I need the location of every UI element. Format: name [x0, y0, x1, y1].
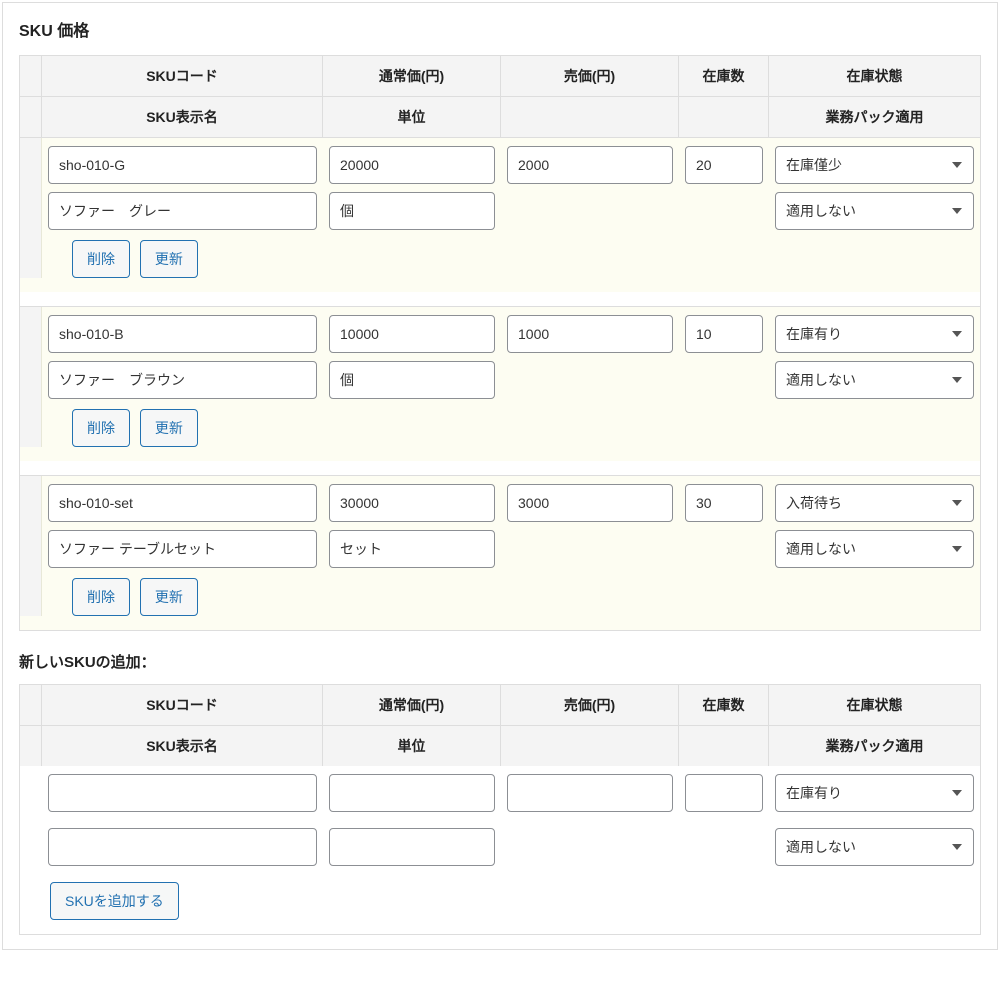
stock-qty-input[interactable]: [685, 146, 763, 184]
stock-qty-input[interactable]: [685, 484, 763, 522]
sku-price-panel: SKU 価格 SKUコード 通常価(円) 売価(円) 在庫数 在庫状態 SKU表…: [2, 2, 998, 950]
update-button[interactable]: 更新: [140, 409, 198, 447]
business-pack-select[interactable]: 適用しない: [775, 361, 974, 399]
sku-row: 入荷待ち 適用しない 削除 更新: [20, 475, 980, 630]
sku-name-input[interactable]: [48, 192, 317, 230]
sku-code-input[interactable]: [48, 146, 317, 184]
sku-code-input[interactable]: [48, 484, 317, 522]
sku-name-input[interactable]: [48, 530, 317, 568]
header-sale-price: 売価(円): [501, 56, 679, 96]
header-stock-status: 在庫状態: [769, 56, 980, 96]
table-header: SKUコード 通常価(円) 売価(円) 在庫数 在庫状態 SKU表示名 単位 業…: [20, 56, 980, 137]
stock-status-select[interactable]: 在庫有り: [775, 315, 974, 353]
header-stock-qty: 在庫数: [679, 685, 769, 725]
new-sale-price-input[interactable]: [507, 774, 673, 812]
update-button[interactable]: 更新: [140, 240, 198, 278]
sku-name-input[interactable]: [48, 361, 317, 399]
unit-input[interactable]: [329, 192, 495, 230]
stock-qty-input[interactable]: [685, 315, 763, 353]
header-stock-qty: 在庫数: [679, 56, 769, 96]
stock-status-select[interactable]: 入荷待ち: [775, 484, 974, 522]
drag-handle[interactable]: [20, 476, 42, 522]
sku-row: 在庫有り 適用しない 削除 更新: [20, 306, 980, 461]
delete-button[interactable]: 削除: [72, 578, 130, 616]
new-sku-table: SKUコード 通常価(円) 売価(円) 在庫数 在庫状態 SKU表示名 単位 業…: [19, 684, 981, 935]
new-sku-name-input[interactable]: [48, 828, 317, 866]
sku-table: SKUコード 通常価(円) 売価(円) 在庫数 在庫状態 SKU表示名 単位 業…: [19, 55, 981, 631]
add-sku-button[interactable]: SKUを追加する: [50, 882, 179, 920]
new-sku-code-input[interactable]: [48, 774, 317, 812]
new-table-header: SKUコード 通常価(円) 売価(円) 在庫数 在庫状態 SKU表示名 単位 業…: [20, 685, 980, 766]
normal-price-input[interactable]: [329, 146, 495, 184]
header-stock-status: 在庫状態: [769, 685, 980, 725]
unit-input[interactable]: [329, 361, 495, 399]
new-business-pack-select[interactable]: 適用しない: [775, 828, 974, 866]
delete-button[interactable]: 削除: [72, 409, 130, 447]
business-pack-select[interactable]: 適用しない: [775, 192, 974, 230]
update-button[interactable]: 更新: [140, 578, 198, 616]
header-sku-code: SKUコード: [42, 685, 323, 725]
delete-button[interactable]: 削除: [72, 240, 130, 278]
sale-price-input[interactable]: [507, 146, 673, 184]
header-unit: 単位: [323, 726, 501, 766]
business-pack-select[interactable]: 適用しない: [775, 530, 974, 568]
stock-status-select[interactable]: 在庫僅少: [775, 146, 974, 184]
header-sale-price: 売価(円): [501, 685, 679, 725]
normal-price-input[interactable]: [329, 484, 495, 522]
drag-handle[interactable]: [20, 138, 42, 184]
drag-handle[interactable]: [20, 307, 42, 353]
normal-price-input[interactable]: [329, 315, 495, 353]
header-business-pack: 業務パック適用: [769, 97, 980, 137]
unit-input[interactable]: [329, 530, 495, 568]
header-sku-name: SKU表示名: [42, 97, 323, 137]
header-normal-price: 通常価(円): [323, 56, 501, 96]
header-business-pack: 業務パック適用: [769, 726, 980, 766]
new-stock-qty-input[interactable]: [685, 774, 763, 812]
header-normal-price: 通常価(円): [323, 685, 501, 725]
panel-title: SKU 価格: [19, 17, 981, 41]
new-sku-row: 在庫有り 適用しない SKUを追加する: [20, 766, 980, 934]
new-unit-input[interactable]: [329, 828, 495, 866]
header-unit: 単位: [323, 97, 501, 137]
new-stock-status-select[interactable]: 在庫有り: [775, 774, 974, 812]
sale-price-input[interactable]: [507, 484, 673, 522]
header-sku-name: SKU表示名: [42, 726, 323, 766]
new-sku-title: 新しいSKUの追加：: [19, 651, 981, 672]
sku-code-input[interactable]: [48, 315, 317, 353]
header-sku-code: SKUコード: [42, 56, 323, 96]
sale-price-input[interactable]: [507, 315, 673, 353]
new-normal-price-input[interactable]: [329, 774, 495, 812]
sku-row: 在庫僅少 適用しない 削除 更新: [20, 137, 980, 292]
